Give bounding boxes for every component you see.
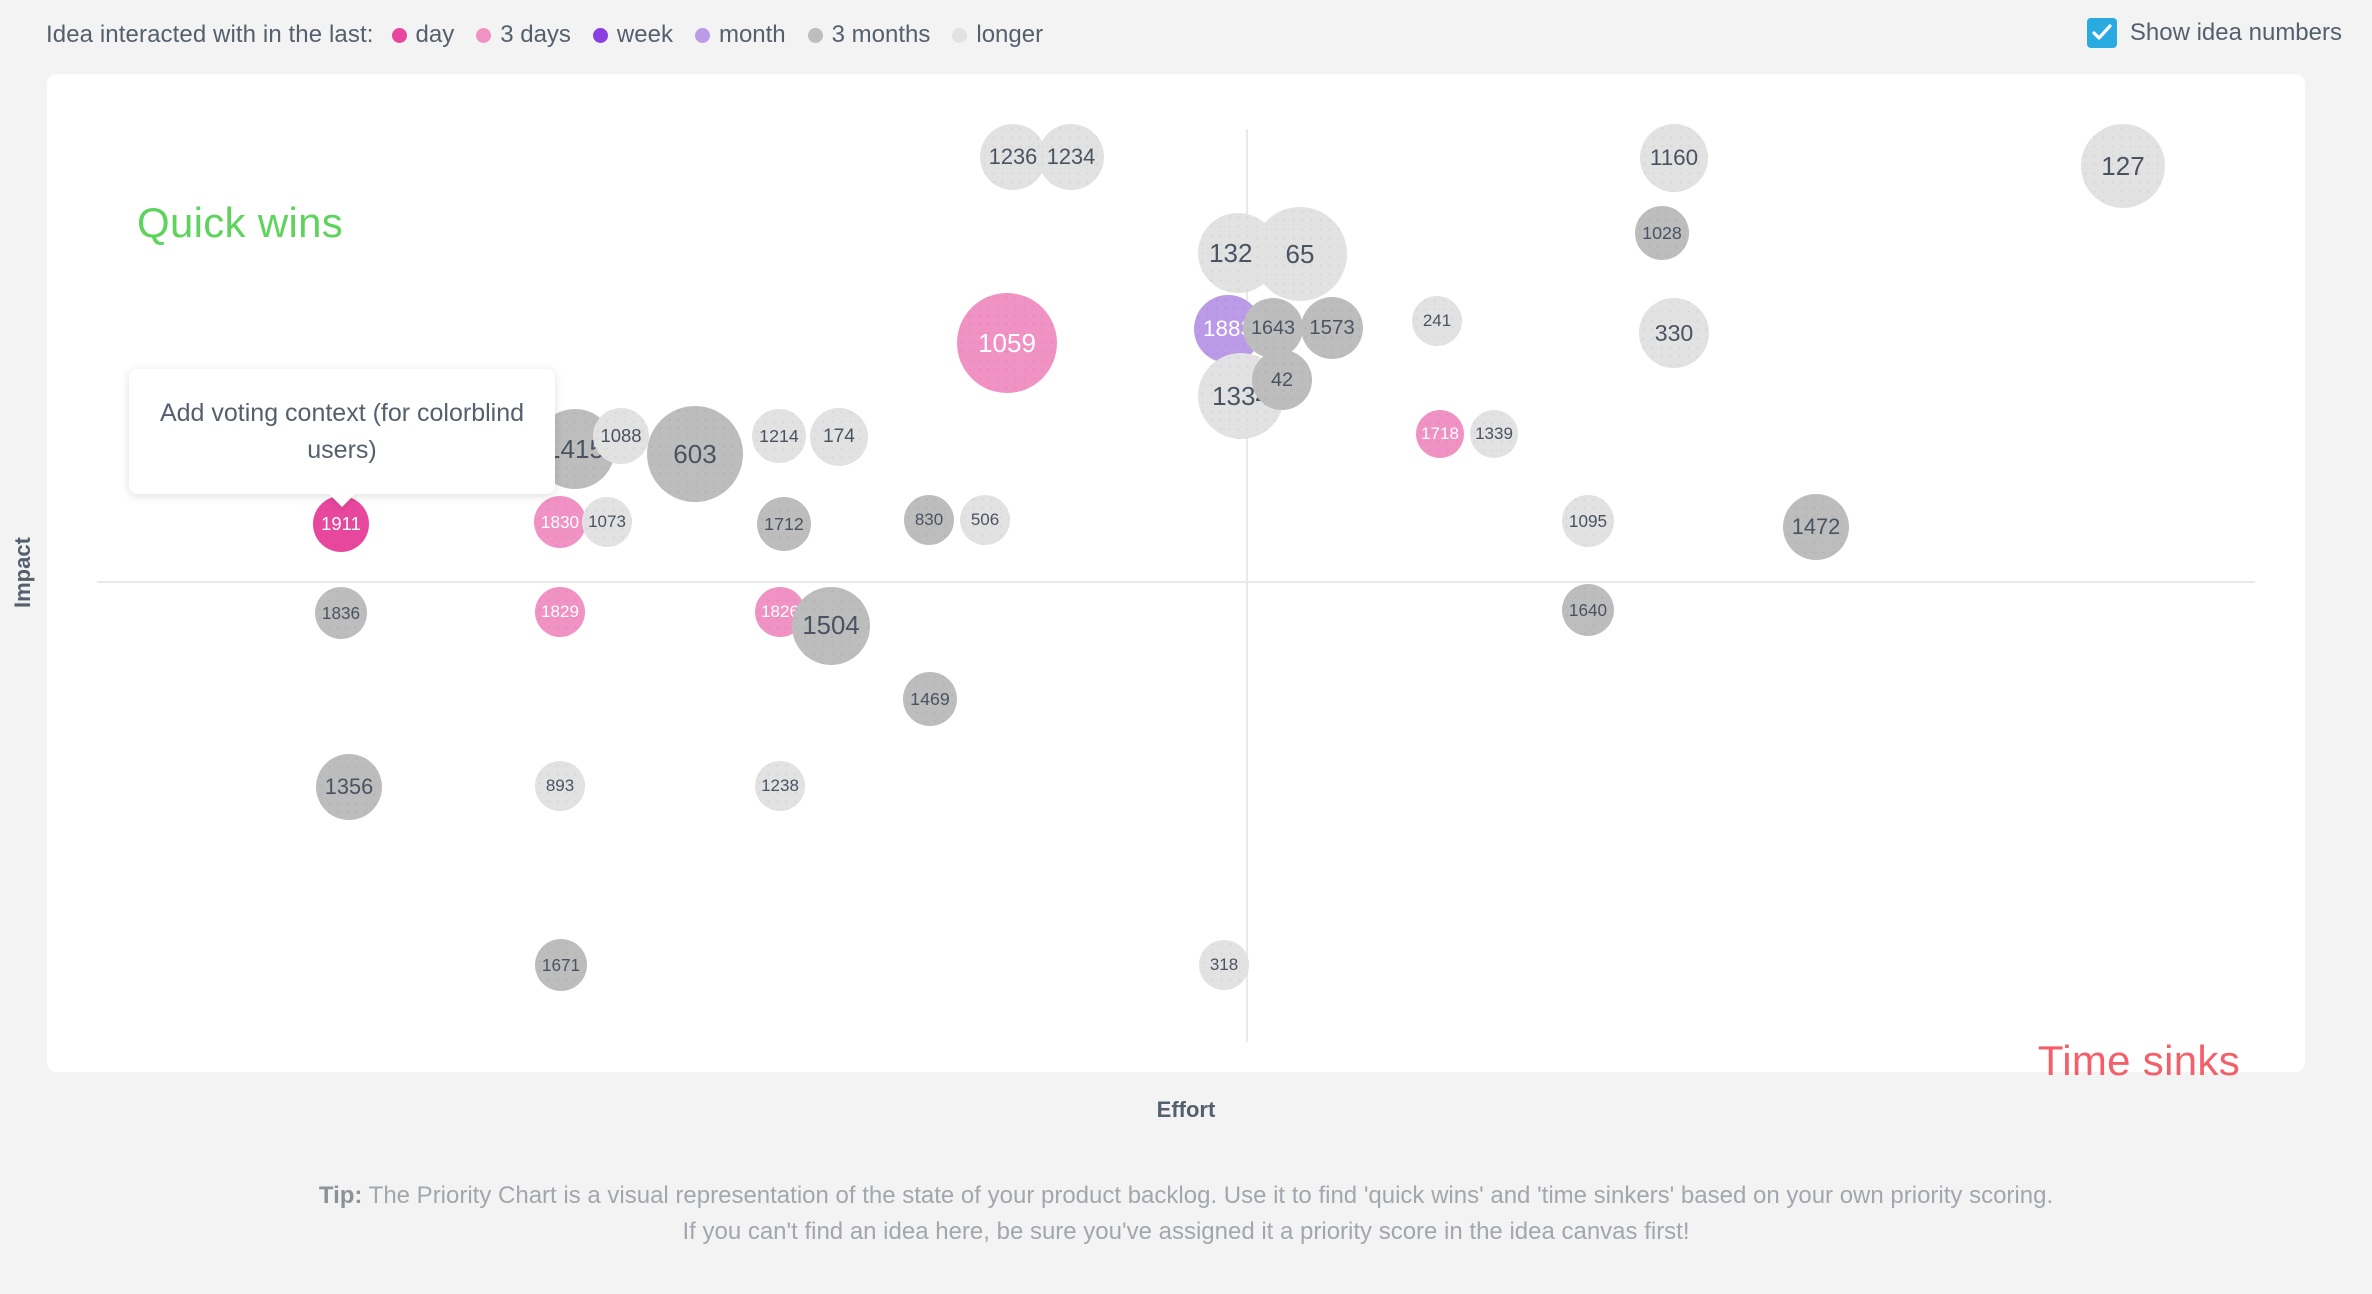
legend-item-label: month <box>718 21 786 48</box>
idea-bubble[interactable]: 42 <box>1252 350 1312 410</box>
legend-color-dot <box>694 27 710 43</box>
idea-bubble[interactable]: 1339 <box>1470 410 1518 458</box>
chart-tip-line-2: If you can't find an idea here, be sure … <box>682 1217 1690 1245</box>
legend-item-label: 3 months <box>831 21 931 48</box>
idea-bubble[interactable]: 174 <box>810 408 868 466</box>
idea-tooltip-text: Add voting context (for colorblind users… <box>159 399 525 464</box>
legend-item-week[interactable]: week <box>592 21 673 49</box>
idea-bubble[interactable]: 1643 <box>1243 298 1303 358</box>
idea-bubble[interactable]: 1830 <box>534 496 586 548</box>
idea-bubble[interactable]: 506 <box>960 495 1010 545</box>
idea-bubble[interactable]: 1573 <box>1301 297 1363 359</box>
idea-bubble[interactable]: 1059 <box>957 293 1057 393</box>
idea-bubble[interactable]: 241 <box>1412 296 1462 346</box>
legend-color-dot <box>952 27 968 43</box>
idea-bubble[interactable]: 65 <box>1253 207 1347 301</box>
show-idea-numbers-toggle[interactable]: Show idea numbers <box>2086 18 2342 48</box>
idea-bubble[interactable]: 1356 <box>316 754 382 820</box>
legend-item-label: longer <box>976 21 1044 48</box>
legend-item-3-months[interactable]: 3 months <box>807 21 931 49</box>
idea-bubble[interactable]: 330 <box>1639 298 1709 368</box>
recency-legend: Idea interacted with in the last: day 3 d… <box>46 21 1065 49</box>
idea-bubble[interactable]: 1718 <box>1416 410 1464 458</box>
priority-chart-page: Idea interacted with in the last: day 3 d… <box>0 0 2372 1294</box>
legend-item-list: day 3 days week month 3 months longer <box>391 21 1066 49</box>
legend-color-dot <box>391 27 407 43</box>
idea-bubble[interactable]: 830 <box>904 495 954 545</box>
idea-bubble[interactable]: 603 <box>647 406 743 502</box>
legend-item-label: week <box>616 21 673 48</box>
idea-bubble[interactable]: 1095 <box>1562 495 1614 547</box>
idea-bubble[interactable]: 1671 <box>535 939 587 991</box>
idea-tooltip: Add voting context (for colorblind users… <box>129 369 555 494</box>
legend-item-longer[interactable]: longer <box>952 21 1043 49</box>
chart-tip-line-1: Tip: The Priority Chart is a visual repr… <box>0 1178 2372 1214</box>
idea-bubble[interactable]: 1504 <box>792 587 870 665</box>
idea-bubble[interactable]: 1640 <box>1562 584 1614 636</box>
bubble-layer: 1236 1234 1160 127 1329 65 1028 1059 1883 1643 157… <box>47 74 2305 1072</box>
show-idea-numbers-label: Show idea numbers <box>2129 19 2342 46</box>
priority-chart-card: Quick wins Time sinks 1236 1234 1160 127 132… <box>47 74 2305 1084</box>
idea-bubble[interactable]: 1829 <box>535 587 585 637</box>
idea-bubble[interactable]: 127 <box>2081 124 2165 208</box>
legend-color-dot <box>592 27 608 43</box>
legend-item-day[interactable]: day <box>391 21 455 49</box>
idea-bubble[interactable]: 1238 <box>755 761 805 811</box>
idea-bubble[interactable]: 893 <box>535 761 585 811</box>
idea-bubble[interactable]: 1712 <box>757 497 811 551</box>
idea-bubble[interactable]: 1160 <box>1640 124 1708 192</box>
checkbox-checked-icon[interactable] <box>2086 18 2117 48</box>
x-axis-title: Effort <box>1156 1097 1216 1122</box>
legend-item-month[interactable]: month <box>694 21 786 49</box>
idea-bubble[interactable]: 1236 <box>980 124 1046 190</box>
idea-bubble[interactable]: 1836 <box>315 587 367 639</box>
idea-bubble[interactable]: 1214 <box>752 409 806 463</box>
chart-tip: Tip: The Priority Chart is a visual repr… <box>0 1178 2372 1249</box>
idea-bubble[interactable]: 1028 <box>1635 206 1689 260</box>
chart-tip-label: Tip: <box>318 1182 363 1209</box>
chart-tip-body-1: The Priority Chart is a visual represent… <box>362 1182 2054 1209</box>
idea-bubble[interactable]: 1088 <box>593 408 649 464</box>
idea-bubble[interactable]: 1073 <box>582 497 632 547</box>
legend-color-dot <box>476 27 492 43</box>
legend-item-3-days[interactable]: 3 days <box>476 21 571 49</box>
legend-item-label: 3 days <box>500 21 571 48</box>
idea-bubble[interactable]: 1234 <box>1038 124 1104 190</box>
legend-title: Idea interacted with in the last: <box>46 21 374 48</box>
idea-bubble[interactable]: 318 <box>1199 940 1249 990</box>
chart-toolbar: Idea interacted with in the last: day 3 d… <box>0 0 2372 74</box>
idea-bubble[interactable]: 1469 <box>903 672 957 726</box>
legend-color-dot <box>807 27 823 43</box>
y-axis-title: Impact <box>10 537 35 608</box>
idea-bubble[interactable]: 1472 <box>1783 494 1849 560</box>
legend-item-label: day <box>415 21 455 48</box>
